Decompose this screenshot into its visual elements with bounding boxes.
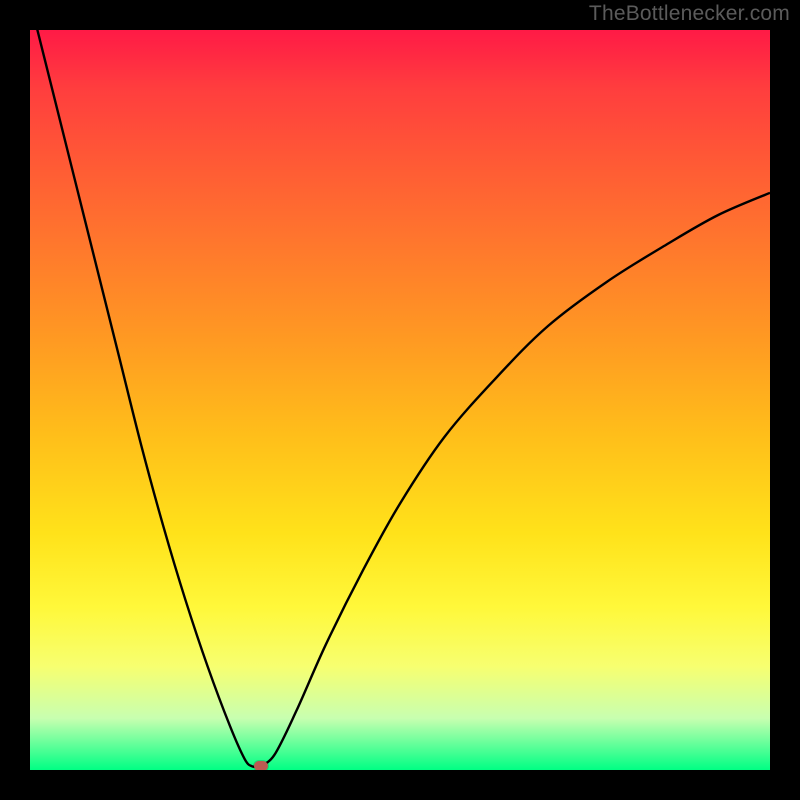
optimum-marker [254,761,268,770]
curve-svg [30,30,770,770]
chart-frame: TheBottlenecker.com [0,0,800,800]
watermark-text: TheBottlenecker.com [589,2,790,26]
plot-area [30,30,770,770]
bottleneck-curve [30,30,770,767]
